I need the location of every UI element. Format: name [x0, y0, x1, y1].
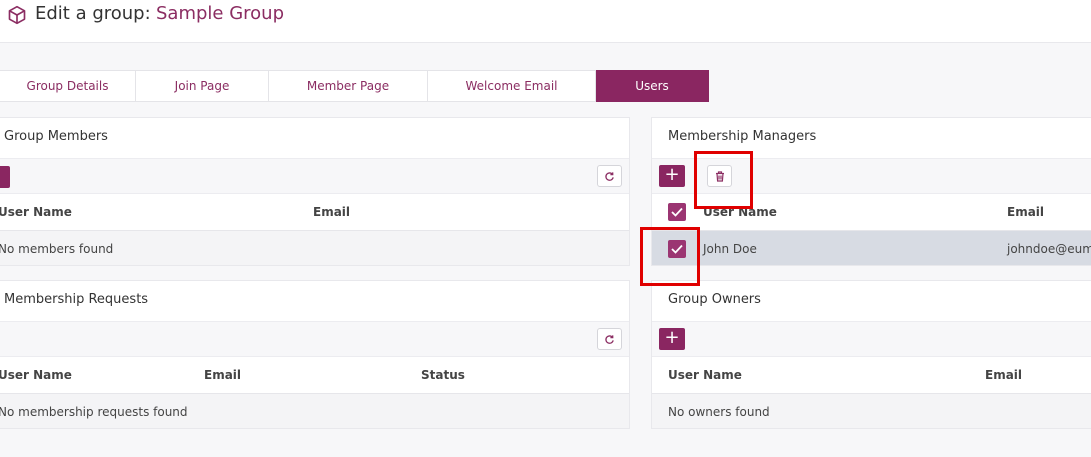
tab-label: Member Page: [306, 79, 390, 93]
tab-users[interactable]: Users: [596, 70, 709, 102]
panel-toolbar: [0, 321, 629, 357]
panel-title: Membership Managers: [668, 129, 817, 144]
add-owner-button[interactable]: +: [659, 328, 685, 350]
column-header: User Name: [0, 368, 72, 382]
refresh-button[interactable]: [597, 165, 622, 187]
refresh-icon: [605, 171, 614, 181]
empty-row: No members found: [0, 230, 629, 265]
table-header: User Name Email Status: [0, 357, 629, 393]
panel-toolbar: [0, 158, 629, 194]
column-header: Email: [985, 368, 1023, 382]
cube-icon: [8, 5, 26, 25]
panel-title: Membership Requests: [4, 292, 149, 307]
add-manager-button[interactable]: +: [659, 165, 685, 187]
refresh-button[interactable]: [597, 328, 622, 350]
tab-member-page[interactable]: Member Page: [269, 70, 428, 102]
column-header: Email: [313, 205, 351, 219]
panel-toolbar: +: [652, 321, 1091, 357]
column-header: User Name: [668, 368, 742, 382]
tab-label: Join Page: [174, 79, 230, 93]
column-header: Email: [204, 368, 242, 382]
membership-requests-panel: Membership Requests User Name Email Stat…: [0, 280, 630, 429]
add-member-button[interactable]: [0, 166, 10, 188]
panel-title: Group Members: [4, 129, 108, 144]
empty-row: No membership requests found: [0, 393, 629, 428]
tab-bar: Group Details Join Page Member Page Welc…: [0, 70, 709, 102]
tab-join-page[interactable]: Join Page: [136, 70, 269, 102]
annotation-highlight-checkbox: [640, 227, 700, 286]
group-members-panel: Group Members User Name Email No members…: [0, 117, 630, 266]
tab-label: Group Details: [26, 79, 109, 93]
table-header: User Name Email: [652, 357, 1091, 393]
panel-title: Group Owners: [668, 292, 761, 307]
annotation-highlight-delete: [694, 151, 753, 209]
group-name: Sample Group: [156, 3, 285, 24]
tab-welcome-email[interactable]: Welcome Email: [428, 70, 596, 102]
tab-label: Welcome Email: [465, 79, 558, 93]
group-owners-panel: Group Owners + User Name Email No owners…: [651, 280, 1091, 429]
page-title: Edit a group:: [35, 3, 151, 24]
page-header: Edit a group: Sample Group: [0, 0, 1091, 43]
refresh-icon: [605, 334, 614, 344]
empty-message: No owners found: [668, 405, 770, 419]
tab-group-details[interactable]: Group Details: [0, 70, 136, 102]
empty-message: No membership requests found: [0, 405, 188, 419]
select-all-checkbox[interactable]: [668, 203, 686, 221]
table-row[interactable]: John Doe johndoe@eum.: [652, 230, 1091, 265]
checkmark-icon: [671, 207, 683, 217]
empty-message: No members found: [0, 242, 114, 256]
user-name-cell: John Doe: [703, 242, 757, 256]
empty-row: No owners found: [652, 393, 1091, 428]
column-header: Status: [421, 368, 465, 382]
column-header: User Name: [0, 205, 72, 219]
column-header: Email: [1007, 205, 1045, 219]
tab-label: Users: [635, 79, 669, 93]
email-cell: johndoe@eum.: [1007, 242, 1091, 256]
table-header: User Name Email: [0, 194, 629, 230]
